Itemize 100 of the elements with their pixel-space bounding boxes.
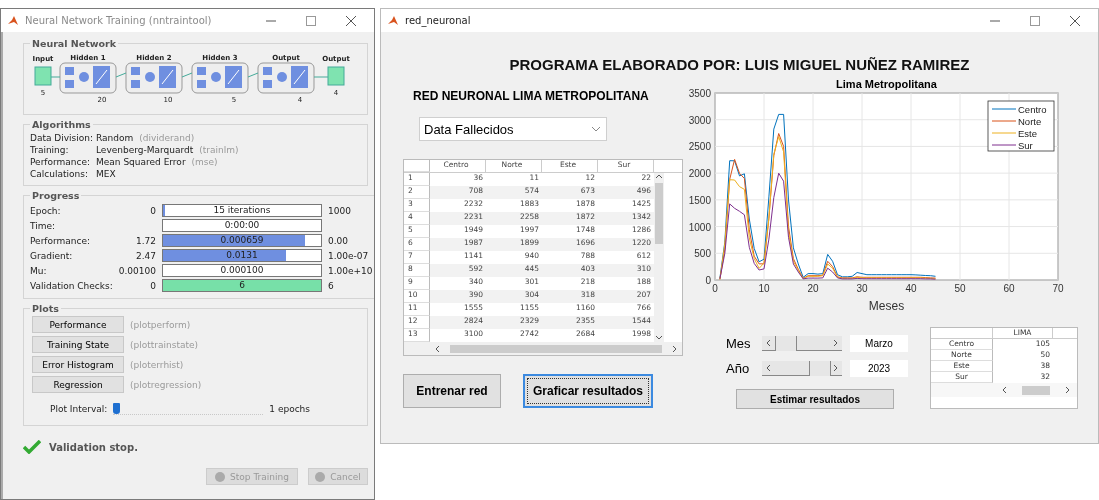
page-heading: PROGRAMA ELABORADO POR: LUIS MIGUEL NUÑEZ RAMIREZ — [508, 55, 971, 75]
y-tick-label: 3000 — [688, 114, 711, 126]
legend-label: Sur — [1018, 140, 1033, 151]
field-value: 2023 — [850, 360, 908, 377]
chart-title: Lima Metropolitana — [836, 78, 937, 90]
slider-reading: 1 epochs — [269, 404, 310, 414]
action-button[interactable]: Entrenar red — [403, 374, 501, 408]
maximize-icon[interactable] — [306, 15, 316, 26]
y-tick-label: 500 — [694, 248, 711, 260]
field-label: Mu: — [30, 265, 48, 276]
legend-label: Este — [1018, 128, 1037, 139]
chevron-left-icon[interactable] — [434, 344, 442, 353]
end-value: 6 — [328, 280, 334, 291]
end-value: 1.00e-07 — [328, 250, 369, 261]
field-value: Levenberg-Marquardt — [96, 145, 194, 155]
x-tick-label: 10 — [758, 283, 770, 294]
section-title: Progress — [31, 190, 81, 201]
chevron-down-icon — [592, 126, 600, 132]
scroll-thumb[interactable] — [450, 344, 662, 353]
window-title: red_neuronal — [405, 15, 472, 26]
progress-value: 15 iterations — [212, 205, 272, 216]
close-icon[interactable] — [346, 15, 356, 26]
stop-icon — [315, 471, 326, 482]
value-scrollbar[interactable] — [762, 361, 842, 376]
field-label: Performance: — [30, 235, 92, 246]
function-name: (ploterrhist) — [130, 359, 184, 370]
action-button[interactable]: Graficar resultados — [523, 374, 653, 408]
section-title: Neural Network — [31, 38, 118, 49]
start-value: 0 — [150, 205, 156, 216]
y-tick-label: 2000 — [688, 168, 711, 180]
chevron-down-icon[interactable] — [655, 334, 663, 342]
checkmark-icon — [23, 440, 41, 454]
horizontal-scrollbar[interactable] — [404, 342, 682, 355]
maximize-icon[interactable] — [1030, 15, 1040, 26]
chevron-right-icon[interactable] — [1063, 386, 1071, 394]
stop-icon — [215, 471, 226, 482]
y-tick-label: 2500 — [688, 141, 711, 153]
scroll-thumb[interactable] — [808, 361, 831, 376]
field-label: Performance: — [30, 157, 90, 167]
start-value: 0 — [150, 280, 156, 291]
field-value: Random — [96, 133, 134, 143]
legend-label: Norte — [1018, 116, 1042, 127]
x-tick-label: 30 — [856, 283, 868, 294]
field-label: Time: — [30, 220, 57, 231]
scroll-thumb[interactable] — [1022, 385, 1050, 395]
plot-button[interactable]: Regression — [32, 376, 124, 393]
field-label: Calculations: — [30, 169, 89, 179]
end-value: 1000 — [328, 205, 351, 216]
x-tick-label: 20 — [807, 283, 819, 294]
y-tick-label: 1000 — [688, 221, 711, 233]
estimate-button[interactable]: Estimar resultados — [736, 389, 894, 409]
y-tick-label: 1500 — [688, 194, 711, 206]
close-icon[interactable] — [1070, 15, 1080, 26]
chevron-right-icon[interactable] — [831, 364, 839, 372]
field-label: Año — [726, 361, 751, 376]
x-tick-label: 0 — [712, 283, 718, 294]
chevron-up-icon[interactable] — [655, 173, 663, 181]
end-value: 1.00e+10 — [328, 265, 373, 276]
progress-value: 6 — [238, 280, 246, 291]
window-title: Neural Network Training (nntraintool) — [25, 15, 213, 26]
app-logo-icon — [387, 14, 399, 27]
field-value: MEX — [96, 169, 116, 179]
legend-label: Centro — [1018, 104, 1047, 115]
field-value: Mean Squared Error — [96, 157, 186, 167]
plot-interval-slider[interactable] — [113, 403, 264, 415]
x-tick-label: 70 — [1052, 283, 1064, 294]
section-title: Plots — [31, 303, 60, 314]
field-value: Marzo — [850, 335, 908, 352]
y-tick-label: 3500 — [688, 88, 711, 99]
x-tick-label: 40 — [905, 283, 917, 294]
chevron-left-icon[interactable] — [765, 364, 773, 372]
field-label: Training: — [30, 145, 70, 155]
function-name: (plottrainstate) — [130, 339, 199, 350]
function-name: (plotregression) — [130, 379, 202, 390]
plot-button[interactable]: Training State — [32, 336, 124, 353]
field-label: Gradient: — [30, 250, 74, 261]
field-label: Validation Checks: — [30, 280, 110, 291]
chevron-right-icon[interactable] — [831, 339, 839, 347]
chevron-left-icon[interactable] — [765, 339, 773, 347]
y-tick-label: 0 — [705, 275, 711, 286]
chevron-right-icon[interactable] — [670, 344, 678, 353]
progress-value: 0:00:00 — [223, 220, 261, 231]
progress-value: 0.0131 — [225, 250, 259, 261]
scroll-thumb[interactable] — [775, 336, 797, 351]
data-dropdown[interactable]: Data Fallecidos — [419, 117, 607, 141]
vertical-scrollbar[interactable] — [654, 173, 664, 342]
app-logo-icon — [7, 14, 19, 27]
function-name: (trainlm) — [199, 145, 239, 155]
slider-label: Plot Interval: — [50, 404, 108, 414]
horizontal-scrollbar[interactable] — [931, 383, 1077, 397]
value-scrollbar[interactable] — [762, 336, 842, 351]
status-message: Validation stop. — [49, 441, 138, 453]
field-label: Data Division: — [30, 133, 90, 143]
x-tick-label: 50 — [954, 283, 966, 294]
plot-button[interactable]: Error Histogram — [32, 356, 124, 373]
slider-thumb[interactable] — [113, 403, 121, 414]
chevron-left-icon[interactable] — [1001, 386, 1009, 394]
scroll-thumb[interactable] — [655, 183, 663, 244]
plot-button[interactable]: Performance — [32, 316, 124, 333]
function-name: (plotperform) — [130, 319, 191, 330]
